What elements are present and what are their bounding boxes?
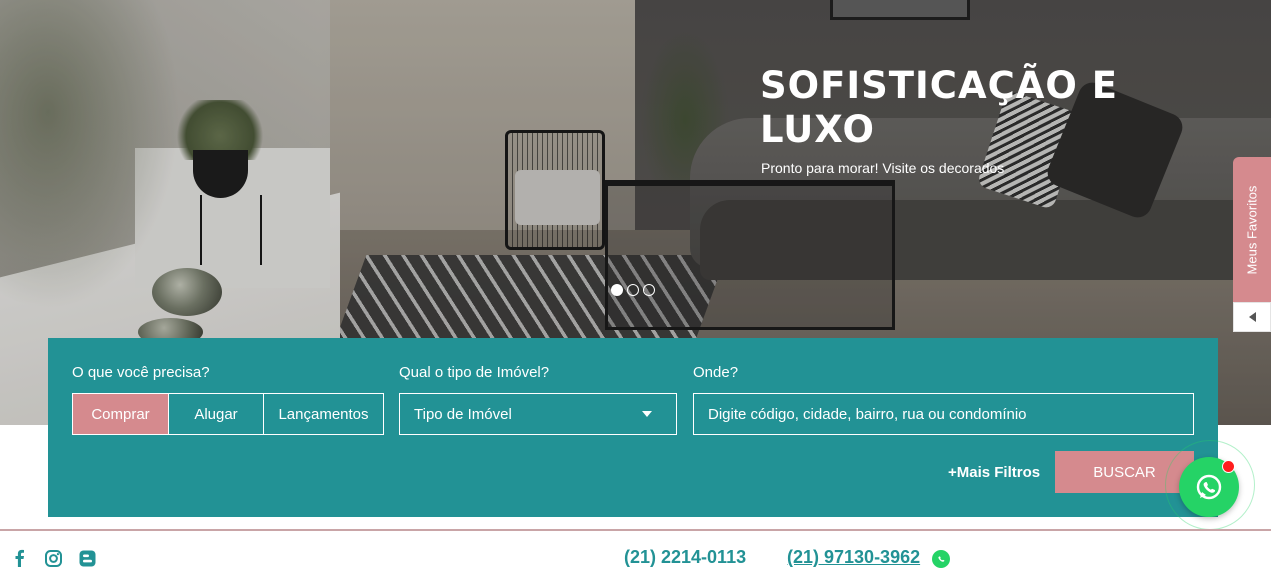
property-type-select[interactable]: Tipo de Imóvel (399, 393, 677, 435)
transaction-type-selector: Comprar Alugar Lançamentos (72, 393, 384, 435)
option-comprar[interactable]: Comprar (72, 393, 169, 435)
more-filters-link[interactable]: +Mais Filtros (948, 464, 1040, 481)
hero-subtitle: Pronto para morar! Visite os decorados (761, 160, 1005, 176)
property-type-label: Qual o tipo de Imóvel? (399, 364, 550, 381)
option-lancamentos[interactable]: Lançamentos (263, 393, 384, 435)
location-label: Onde? (693, 364, 739, 381)
phone-number: (21) 2214-0113 (624, 547, 747, 567)
hero-title: SOFISTICAÇÃO E LUXO (760, 64, 1118, 151)
favorites-tab-label: Meus Favoritos (1244, 185, 1260, 274)
page: SOFISTICAÇÃO E LUXO Pronto para morar! V… (0, 0, 1271, 581)
carousel-dot-2[interactable] (627, 284, 639, 296)
location-search-input[interactable] (693, 393, 1194, 435)
whatsapp-phone-link[interactable]: (21) 97130-3962 (787, 547, 920, 568)
property-type-value: Tipo de Imóvel (414, 405, 512, 423)
need-label: O que você precisa? (72, 364, 210, 381)
whatsapp-small-icon (932, 550, 950, 568)
footer-divider (0, 529, 1271, 531)
favorites-tab[interactable]: Meus Favoritos (1233, 157, 1271, 302)
search-panel: O que você precisa? Comprar Alugar Lança… (48, 338, 1218, 517)
caret-down-icon (642, 411, 652, 417)
whatsapp-icon (1196, 474, 1222, 500)
carousel-dot-1[interactable] (611, 284, 623, 296)
facebook-icon[interactable] (11, 548, 27, 568)
notification-badge (1222, 460, 1235, 473)
instagram-icon[interactable] (44, 548, 62, 568)
blogger-icon[interactable] (78, 548, 96, 568)
caret-left-icon (1248, 312, 1256, 322)
favorites-toggle-button[interactable] (1233, 302, 1271, 332)
carousel-dots (611, 284, 655, 296)
carousel-dot-3[interactable] (643, 284, 655, 296)
option-alugar[interactable]: Alugar (168, 393, 264, 435)
